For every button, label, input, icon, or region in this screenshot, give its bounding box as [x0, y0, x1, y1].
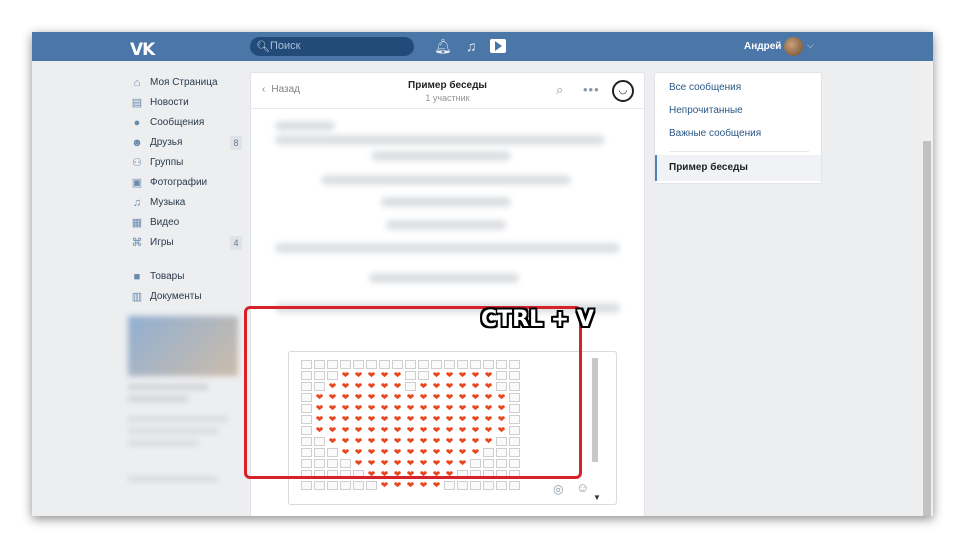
sidebar-item[interactable]: ⌂ Моя Страница [128, 74, 244, 94]
heart-icon: ❤ [406, 480, 415, 490]
search-icon: 🔍︎ [256, 41, 270, 53]
video-play-icon[interactable] [490, 39, 506, 53]
sidebar-item[interactable]: ● Сообщения [128, 114, 244, 134]
music-note-icon[interactable]: ♫ [466, 38, 477, 54]
search-input[interactable] [270, 39, 408, 53]
sidebar-item[interactable]: ▤ Новости [128, 94, 244, 114]
heart-icon: ❤ [432, 480, 441, 490]
rightnav-all-messages[interactable]: Все сообщения [669, 82, 741, 93]
sidebar-item-label: Моя Страница [150, 77, 218, 88]
ctrl-v-annotation: CTRL + V [481, 307, 594, 332]
user-name[interactable]: Андрей [744, 41, 781, 52]
white-square-icon [470, 481, 481, 490]
chevron-down-icon[interactable]: ⌵ [807, 40, 814, 51]
right-nav: Все сообщения Непрочитанные Важные сообщ… [654, 72, 822, 184]
sidebar-item-label: Новости [150, 97, 189, 108]
blurred-ad [128, 316, 238, 516]
send-icon[interactable]: ➤ [838, 515, 850, 516]
avatar[interactable] [784, 37, 803, 56]
sidebar-item-label: Видео [150, 217, 180, 228]
bag-icon: ■ [133, 271, 141, 283]
heart-icon: ❤ [380, 480, 389, 490]
divider [669, 151, 809, 152]
white-square-icon [457, 481, 468, 490]
document-icon: ▥ [131, 291, 143, 303]
white-square-icon [301, 481, 312, 490]
attach-paperclip-icon[interactable]: ⌒ [264, 515, 278, 516]
white-square-icon [327, 481, 338, 490]
music-icon: ♫ [132, 197, 142, 209]
smiley-icon[interactable]: ☺ [576, 480, 589, 495]
input-scrollbar[interactable] [592, 358, 598, 462]
camera-icon: ▣ [131, 177, 143, 189]
sidebar-item-label: Музыка [150, 197, 186, 208]
groups-icon: ⚇ [132, 157, 142, 169]
sidebar-item[interactable]: ■ Товары [128, 268, 244, 288]
white-square-icon [496, 481, 507, 490]
sidebar-item-label: Фотографии [150, 177, 208, 188]
sidebar-item[interactable]: ⌘ Игры 4 [128, 234, 244, 254]
sidebar-item[interactable]: ⚇ Группы [128, 154, 244, 174]
sidebar-item[interactable]: ▣ Фотографии [128, 174, 244, 194]
sidebar-item[interactable]: ☻ Друзья 8 [128, 134, 244, 154]
vk-logo[interactable]: VK [130, 40, 155, 60]
rightnav-unread[interactable]: Непрочитанные [669, 105, 743, 116]
white-square-icon [353, 481, 364, 490]
bell-icon[interactable]: 🔔︎ [434, 38, 452, 55]
top-bar: VK 🔍︎ 🔔︎ ♫ Андрей ⌵ [32, 32, 933, 61]
search-icon[interactable]: ⌕ [556, 82, 563, 98]
sidebar-item-label: Документы [150, 291, 202, 302]
gamepad-icon: ⌘ [131, 237, 143, 249]
white-square-icon [314, 481, 325, 490]
sidebar-item[interactable]: ▥ Документы [128, 288, 244, 308]
rightnav-active-chat[interactable]: Пример беседы [655, 155, 821, 181]
count-badge: 8 [230, 136, 242, 150]
news-icon: ▤ [131, 97, 143, 109]
film-icon: ▦ [131, 217, 143, 229]
more-icon[interactable]: ••• [583, 82, 600, 97]
nav-gap [128, 254, 244, 268]
white-square-icon [444, 481, 455, 490]
white-square-icon [509, 481, 520, 490]
sidebar-item[interactable]: ▦ Видео [128, 214, 244, 234]
sidebar-item-label: Игры [150, 237, 174, 248]
sidebar-item-label: Группы [150, 157, 184, 168]
rightnav-important[interactable]: Важные сообщения [669, 128, 761, 139]
white-square-icon [366, 481, 377, 490]
chat-avatar-icon[interactable]: ◡ [612, 80, 634, 102]
heart-icon: ❤ [419, 480, 428, 490]
scroll-down-arrow-icon[interactable]: ▼ [593, 493, 601, 502]
sidebar-item-label: Друзья [150, 137, 183, 148]
white-square-icon [340, 481, 351, 490]
home-icon: ⌂ [133, 77, 141, 89]
heart-icon: ❤ [393, 480, 402, 490]
search-box[interactable]: 🔍︎ [250, 37, 414, 56]
scrollbar-thumb[interactable] [923, 141, 931, 516]
count-badge: 4 [230, 236, 242, 250]
sidebar-item[interactable]: ♫ Музыка [128, 194, 244, 214]
sidebar-item-label: Товары [150, 271, 185, 282]
page-scrollbar[interactable] [921, 61, 933, 516]
sidebar-item-label: Сообщения [150, 117, 205, 128]
chat-icon: ● [133, 117, 141, 129]
left-nav: ⌂ Моя Страница ▤ Новости ● Сообщения ☻ Друзья 8 ⚇… [128, 74, 244, 308]
friends-icon: ☻ [131, 137, 143, 149]
white-square-icon [483, 481, 494, 490]
rightnav-active-label: Пример беседы [669, 162, 748, 173]
camera-icon[interactable]: ◎ [553, 482, 563, 496]
chat-header: ‹ Назад Пример беседы 1 участник ⌕ ••• ◡ [251, 73, 644, 109]
